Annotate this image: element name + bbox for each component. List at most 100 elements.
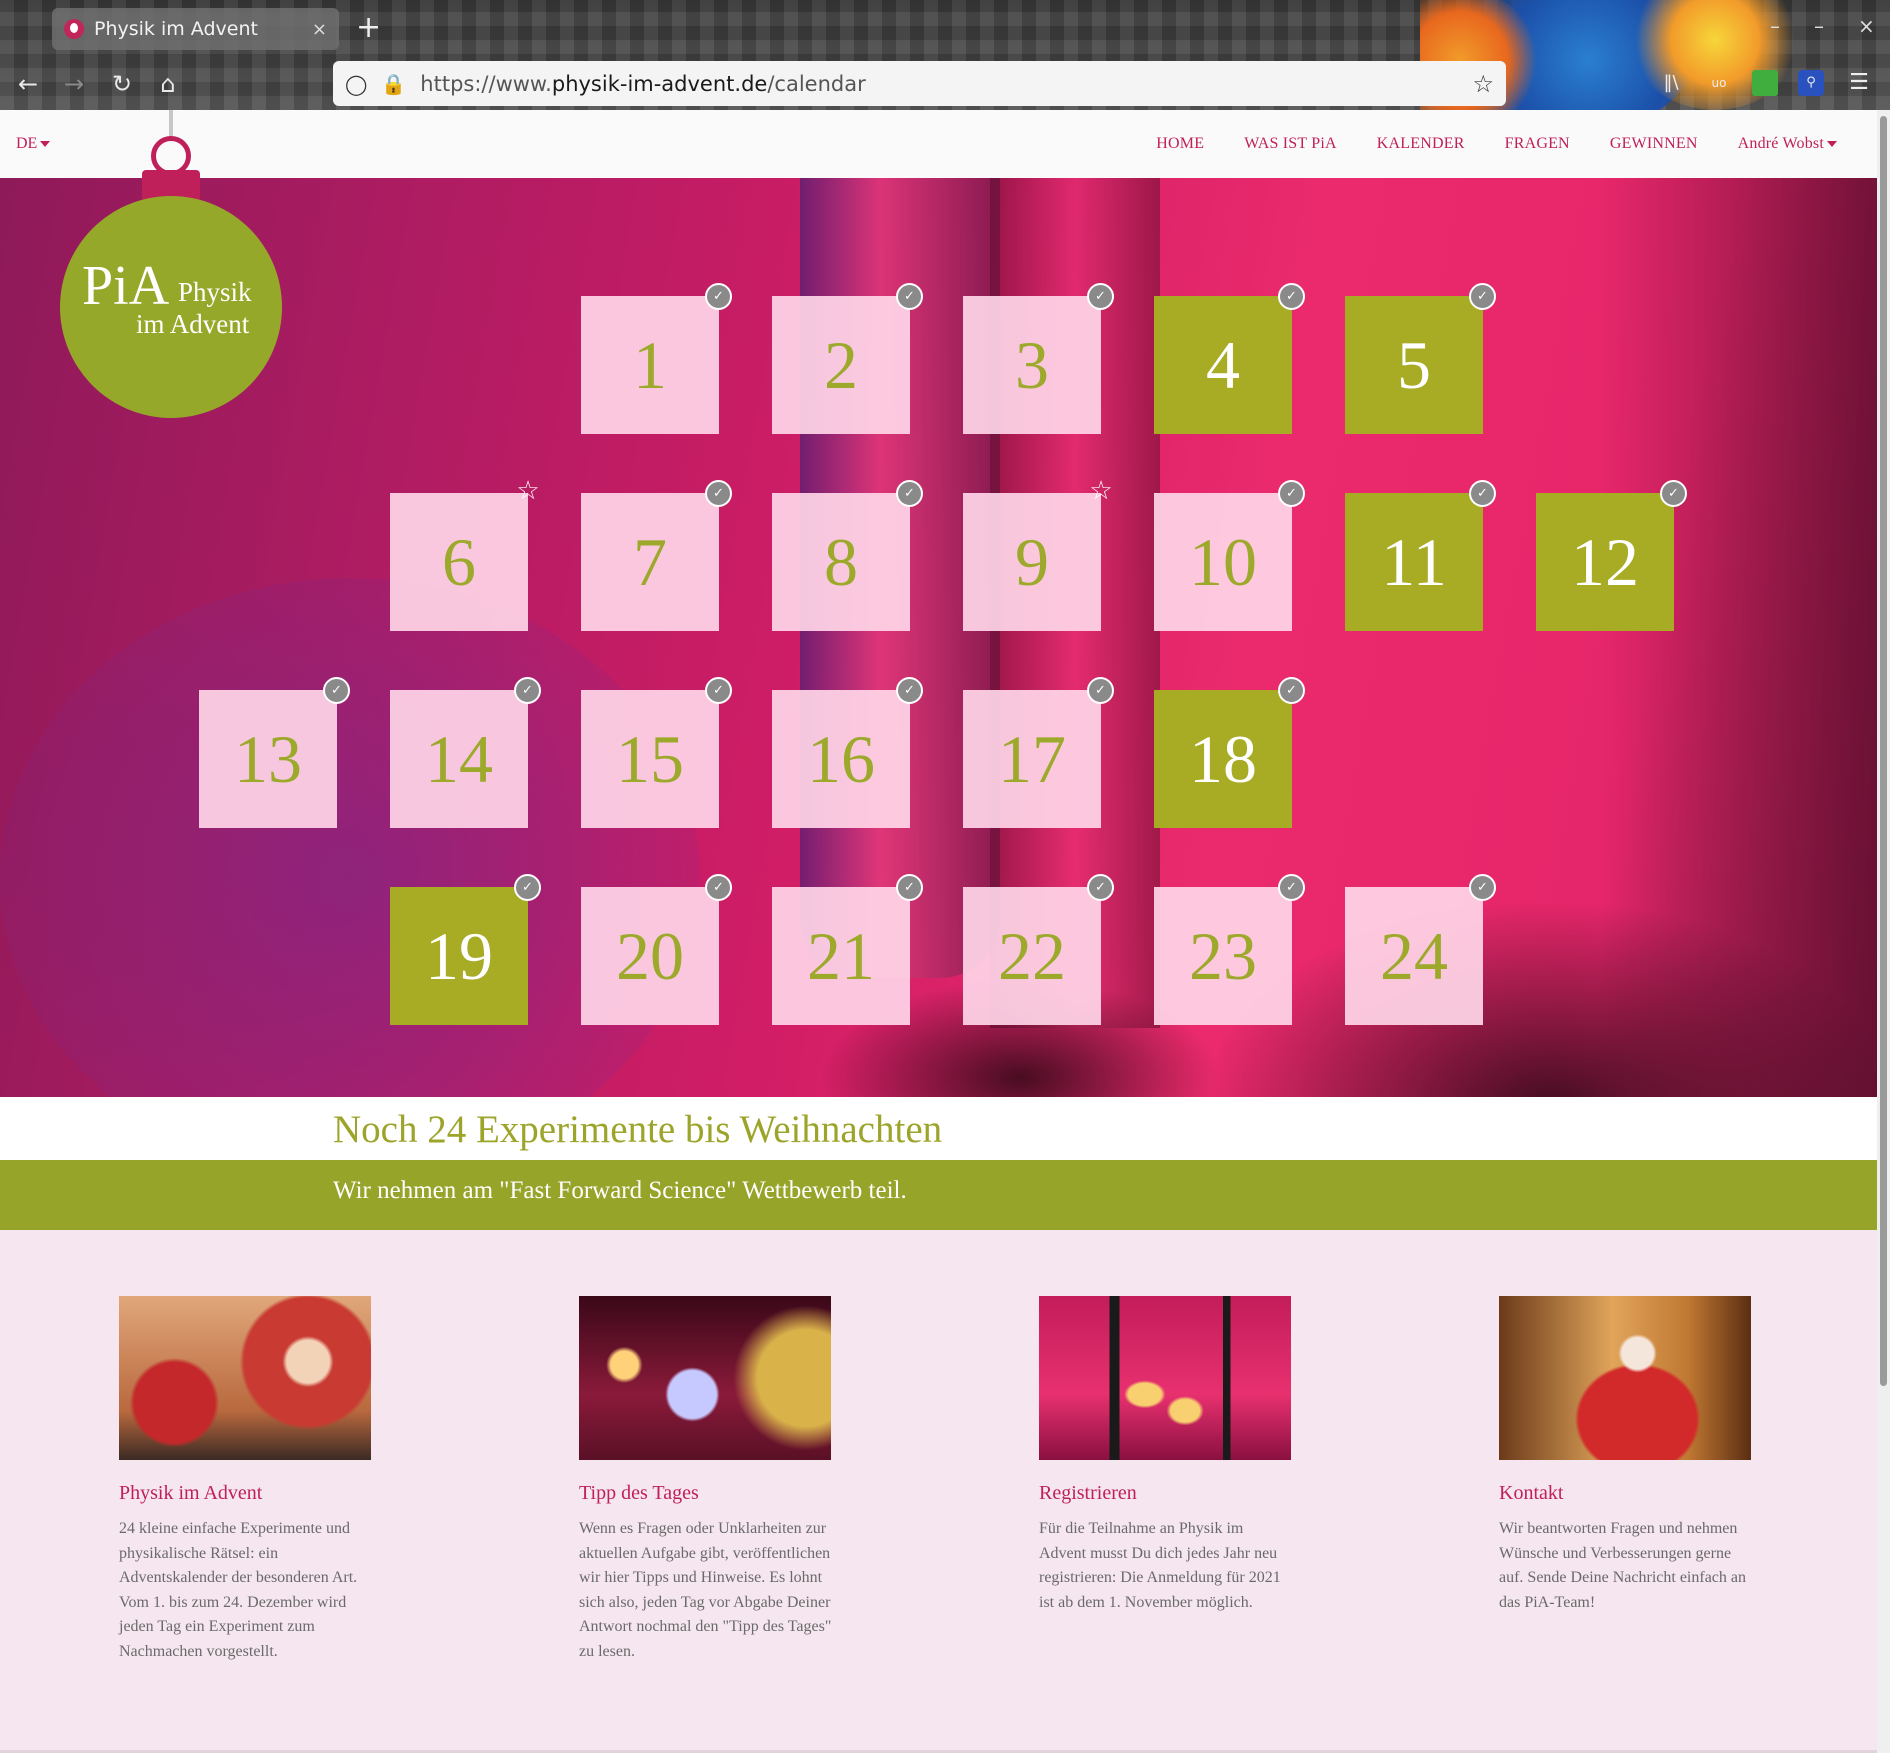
- door-number: 11: [1381, 523, 1447, 600]
- card-image[interactable]: [579, 1296, 831, 1460]
- pia-logo[interactable]: PiA Physik im Advent: [60, 110, 284, 420]
- calendar-door-13[interactable]: 13 ✓: [199, 677, 350, 828]
- browser-chrome: Physik im Advent × + – – × ← → ↻ ⌂ ◯ 🔒 h…: [0, 0, 1890, 110]
- back-icon[interactable]: ←: [12, 68, 44, 100]
- new-tab-button[interactable]: +: [356, 10, 381, 46]
- calendar-door-12[interactable]: 12 ✓: [1536, 480, 1687, 631]
- calendar-door-10[interactable]: 10 ✓: [1154, 480, 1305, 631]
- card-title[interactable]: Kontakt: [1499, 1482, 1753, 1505]
- card-text: 24 kleine einfache Experimente und physi…: [119, 1520, 358, 1660]
- check-icon: ✓: [896, 283, 923, 310]
- main-menu: HOME WAS IST PiA KALENDER FRAGEN GEWINNE…: [1156, 135, 1837, 153]
- contest-banner: Wir nehmen am "Fast Forward Science" Wet…: [0, 1160, 1877, 1230]
- maximize-icon[interactable]: –: [1814, 14, 1824, 38]
- card-image[interactable]: [1039, 1296, 1291, 1460]
- check-icon: ✓: [1278, 874, 1305, 901]
- calendar-door-15[interactable]: 15 ✓: [581, 677, 732, 828]
- home-icon[interactable]: ⌂: [152, 68, 184, 100]
- door-number: 4: [1206, 326, 1240, 403]
- tracking-shield-icon[interactable]: ◯: [345, 72, 367, 96]
- window-close-icon[interactable]: ×: [1858, 14, 1875, 38]
- calendar-door-22[interactable]: 22 ✓: [963, 874, 1114, 1025]
- reload-icon[interactable]: ↻: [106, 68, 138, 100]
- check-icon: ✓: [896, 677, 923, 704]
- calendar-door-16[interactable]: 16 ✓: [772, 677, 923, 828]
- contest-text: Wir nehmen am "Fast Forward Science" Wet…: [333, 1177, 907, 1204]
- star-icon: ☆: [516, 476, 540, 506]
- browser-tab[interactable]: Physik im Advent ×: [52, 8, 339, 50]
- check-icon: ✓: [896, 480, 923, 507]
- nav-home[interactable]: HOME: [1156, 135, 1204, 153]
- nav-was-ist-pia[interactable]: WAS IST PiA: [1244, 135, 1337, 153]
- calendar-door-9[interactable]: 9 ☆: [963, 477, 1113, 631]
- url-bar[interactable]: ◯ 🔒 https://www.physik-im-advent.de/cale…: [333, 61, 1506, 106]
- check-icon: ✓: [1278, 677, 1305, 704]
- calendar-door-11[interactable]: 11 ✓: [1345, 480, 1496, 631]
- door-number: 5: [1397, 326, 1431, 403]
- door-number: 12: [1571, 523, 1639, 600]
- calendar-door-4[interactable]: 4 ✓: [1154, 283, 1305, 434]
- door-number: 15: [616, 720, 684, 797]
- calendar-door-1[interactable]: 1 ✓: [581, 283, 732, 434]
- language-selector[interactable]: DE: [16, 135, 51, 153]
- url-text[interactable]: https://www.physik-im-advent.de/calendar: [420, 72, 1472, 96]
- calendar-door-19[interactable]: 19 ✓: [390, 874, 541, 1025]
- forward-icon[interactable]: →: [58, 68, 90, 100]
- calendar-door-8[interactable]: 8 ✓: [772, 480, 923, 631]
- minimize-icon[interactable]: –: [1770, 14, 1780, 38]
- calendar-door-2[interactable]: 2 ✓: [772, 283, 923, 434]
- calendar-door-24[interactable]: 24 ✓: [1345, 874, 1496, 1025]
- ublock-icon[interactable]: uo: [1706, 70, 1732, 96]
- door-number: 2: [824, 326, 858, 403]
- page: DE HOME WAS IST PiA KALENDER FRAGEN GEWI…: [0, 110, 1877, 1753]
- check-icon: ✓: [1087, 677, 1114, 704]
- countdown-banner: Noch 24 Experimente bis Weihnachten: [0, 1097, 1877, 1160]
- check-icon: ✓: [1469, 480, 1496, 507]
- card-image[interactable]: [1499, 1296, 1751, 1460]
- menu-icon[interactable]: ☰: [1846, 70, 1872, 96]
- caret-down-icon: [1827, 141, 1837, 148]
- card-title[interactable]: Physik im Advent: [119, 1482, 373, 1505]
- door-number: 21: [807, 917, 875, 994]
- nav-user-menu[interactable]: André Wobst: [1738, 135, 1837, 153]
- check-icon: ✓: [1469, 874, 1496, 901]
- card-text: Für die Teilnahme an Physik im Advent mu…: [1039, 1520, 1281, 1611]
- door-number: 10: [1189, 523, 1257, 600]
- calendar-door-18[interactable]: 18 ✓: [1154, 677, 1305, 828]
- calendar-door-21[interactable]: 21 ✓: [772, 874, 923, 1025]
- url-path: /calendar: [767, 71, 866, 96]
- extension-icon[interactable]: [1752, 70, 1778, 96]
- door-number: 9: [1015, 523, 1049, 600]
- url-domain: physik-im-advent.de: [551, 71, 768, 96]
- door-number: 22: [998, 917, 1066, 994]
- calendar-door-23[interactable]: 23 ✓: [1154, 874, 1305, 1025]
- check-icon: ✓: [705, 283, 732, 310]
- calendar-door-17[interactable]: 17 ✓: [963, 677, 1114, 828]
- nav-fragen[interactable]: FRAGEN: [1505, 135, 1570, 153]
- nav-kalender[interactable]: KALENDER: [1377, 135, 1465, 153]
- card-title[interactable]: Registrieren: [1039, 1482, 1293, 1505]
- calendar-door-14[interactable]: 14 ✓: [390, 677, 541, 828]
- password-icon[interactable]: ⚲: [1798, 70, 1824, 96]
- card-image[interactable]: [119, 1296, 371, 1460]
- card-title[interactable]: Tipp des Tages: [579, 1482, 833, 1505]
- scrollbar-thumb[interactable]: [1880, 116, 1887, 1386]
- calendar-door-20[interactable]: 20 ✓: [581, 874, 732, 1025]
- logo-physik: Physik: [178, 277, 252, 307]
- calendar-door-5[interactable]: 5 ✓: [1345, 283, 1496, 434]
- page-scrollbar[interactable]: [1877, 110, 1890, 1753]
- calendar-door-7[interactable]: 7 ✓: [581, 480, 732, 631]
- door-number: 24: [1380, 917, 1448, 994]
- calendar-door-3[interactable]: 3 ✓: [963, 283, 1114, 434]
- nav-gewinnen[interactable]: GEWINNEN: [1610, 135, 1698, 153]
- tab-close-icon[interactable]: ×: [312, 19, 327, 40]
- library-icon[interactable]: ‖\: [1658, 70, 1684, 96]
- door-number: 17: [998, 720, 1066, 797]
- door-number: 19: [425, 917, 493, 994]
- calendar-door-6[interactable]: 6 ☆: [390, 477, 540, 631]
- lock-icon[interactable]: 🔒: [381, 72, 406, 96]
- bookmark-star-icon[interactable]: ☆: [1472, 70, 1494, 98]
- door-number: 18: [1189, 720, 1257, 797]
- countdown-text: Noch 24 Experimente bis Weihnachten: [333, 1108, 943, 1151]
- check-icon: ✓: [1469, 283, 1496, 310]
